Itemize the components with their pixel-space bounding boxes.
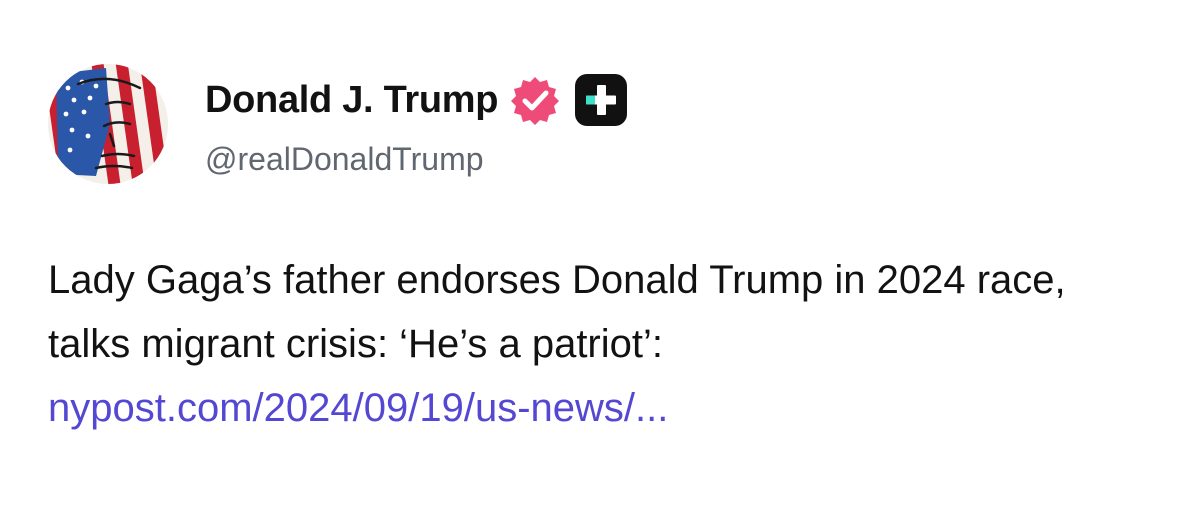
post-link[interactable]: nypost.com/2024/09/19/us-news/... [48, 386, 668, 430]
author-display-name[interactable]: Donald J. Trump [205, 79, 499, 122]
author-name-row: Donald J. Trump [205, 74, 628, 126]
post-text: Lady Gaga’s father endorses Donald Trump… [48, 258, 1066, 366]
verified-badge-icon [511, 77, 560, 125]
flag-portrait-avatar-icon [48, 64, 168, 184]
post-card: Donald J. Trump @realDonaldTrump Lady Ga… [0, 0, 1178, 509]
post-body: Lady Gaga’s father endorses Donald Trump… [48, 248, 1148, 440]
plus-badge-icon [575, 74, 628, 126]
profile-avatar[interactable] [48, 64, 168, 184]
author-handle[interactable]: @realDonaldTrump [205, 141, 484, 178]
